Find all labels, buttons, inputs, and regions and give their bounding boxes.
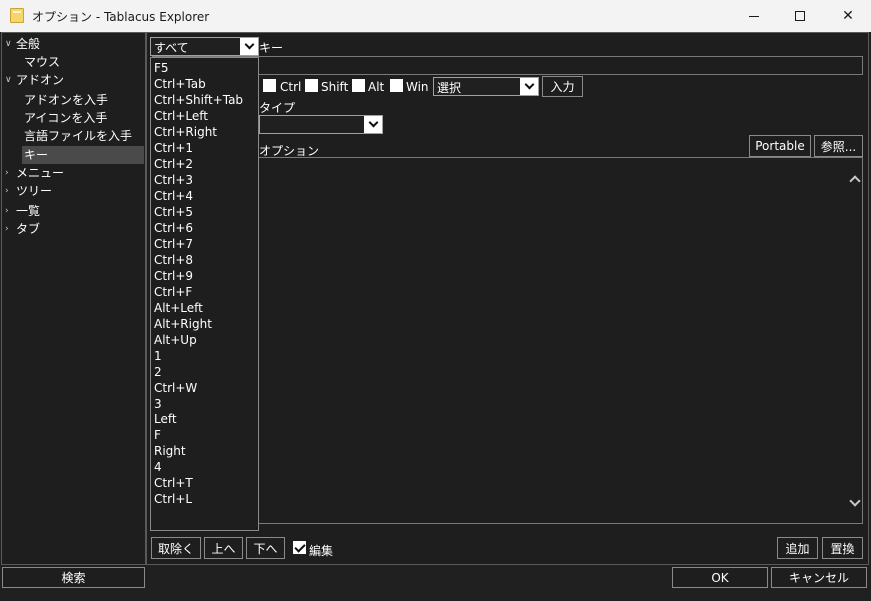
- chevron-down-icon[interactable]: [364, 116, 382, 133]
- list-item[interactable]: Left: [154, 411, 177, 427]
- list-item[interactable]: Ctrl+4: [154, 188, 193, 204]
- key-select-combo[interactable]: 選択: [433, 77, 539, 96]
- list-item[interactable]: Ctrl+8: [154, 252, 193, 268]
- tree-item-list[interactable]: › 一覧: [2, 202, 145, 220]
- maximize-button[interactable]: [777, 0, 823, 32]
- app-icon: [10, 8, 24, 23]
- list-item[interactable]: Ctrl+3: [154, 172, 193, 188]
- list-item[interactable]: Right: [154, 443, 186, 459]
- list-item[interactable]: Ctrl+Shift+Tab: [154, 92, 243, 108]
- window-title: オプション - Tablacus Explorer: [32, 10, 210, 24]
- move-up-button[interactable]: 上へ: [204, 537, 243, 559]
- tree-item-general[interactable]: ∨ 全般: [2, 35, 145, 53]
- portable-button[interactable]: Portable: [749, 135, 811, 157]
- list-item[interactable]: 2: [154, 364, 162, 380]
- list-item[interactable]: Alt+Up: [154, 332, 197, 348]
- shift-label: Shift: [321, 80, 349, 94]
- minimize-icon: [749, 15, 759, 17]
- title-bar: オプション - Tablacus Explorer ✕: [0, 0, 871, 32]
- shift-checkbox[interactable]: [305, 79, 318, 92]
- list-item[interactable]: Ctrl+Left: [154, 108, 208, 124]
- ctrl-label: Ctrl: [280, 80, 302, 94]
- list-item[interactable]: Ctrl+6: [154, 220, 193, 236]
- win-checkbox[interactable]: [390, 79, 403, 92]
- list-item[interactable]: Ctrl+5: [154, 204, 193, 220]
- filter-dropdown-list[interactable]: F5 Ctrl+Tab Ctrl+Shift+Tab Ctrl+Left Ctr…: [150, 57, 259, 531]
- list-item[interactable]: Ctrl+1: [154, 140, 193, 156]
- list-item[interactable]: Ctrl+L: [154, 491, 192, 507]
- chevron-right-icon[interactable]: ›: [5, 164, 13, 182]
- tree-item-get-icons[interactable]: アイコンを入手: [2, 109, 145, 127]
- chevron-right-icon[interactable]: ›: [5, 202, 13, 220]
- remove-button[interactable]: 取除く: [151, 537, 201, 559]
- list-item[interactable]: 3: [154, 396, 162, 412]
- add-button[interactable]: 追加: [777, 537, 818, 559]
- replace-button[interactable]: 置換: [822, 537, 863, 559]
- list-item[interactable]: Ctrl+7: [154, 236, 193, 252]
- list-item[interactable]: Ctrl+2: [154, 156, 193, 172]
- close-button[interactable]: ✕: [825, 0, 871, 32]
- maximize-icon: [795, 11, 805, 21]
- browse-button[interactable]: 参照...: [814, 135, 863, 157]
- tree-item-get-addons[interactable]: アドオンを入手: [2, 91, 145, 109]
- win-label: Win: [406, 80, 429, 94]
- edit-label: 編集: [309, 544, 334, 558]
- list-item[interactable]: 1: [154, 348, 162, 364]
- alt-label: Alt: [368, 80, 385, 94]
- option-scrollbar[interactable]: [846, 158, 862, 523]
- scroll-down-icon[interactable]: [849, 497, 859, 507]
- tree-item-tabs[interactable]: › タブ: [2, 220, 145, 238]
- move-down-button[interactable]: 下へ: [246, 537, 285, 559]
- chevron-down-icon[interactable]: ∨: [5, 71, 13, 89]
- input-button[interactable]: 入力: [542, 76, 583, 97]
- category-tree[interactable]: ∨ 全般 マウス ∨ アドオン アドオンを入手 アイコンを入手 言語ファイルを入…: [1, 32, 146, 565]
- list-item[interactable]: Alt+Right: [154, 316, 212, 332]
- search-button[interactable]: 検索: [2, 567, 145, 588]
- list-item[interactable]: Ctrl+Right: [154, 124, 217, 140]
- ok-button[interactable]: OK: [672, 567, 768, 588]
- list-item[interactable]: Ctrl+F: [154, 284, 192, 300]
- list-item[interactable]: F5: [154, 60, 169, 76]
- tree-item-mouse[interactable]: マウス: [2, 53, 145, 71]
- close-icon: ✕: [842, 8, 854, 24]
- tree-item-get-language[interactable]: 言語ファイルを入手: [2, 127, 145, 145]
- ctrl-checkbox[interactable]: [263, 79, 276, 92]
- list-item[interactable]: Ctrl+9: [154, 268, 193, 284]
- chevron-down-icon[interactable]: [240, 38, 258, 55]
- tree-item-keys[interactable]: キー: [22, 146, 144, 164]
- tree-item-menu[interactable]: › メニュー: [2, 164, 145, 182]
- chevron-right-icon[interactable]: ›: [5, 182, 13, 200]
- scroll-up-icon[interactable]: [849, 174, 859, 184]
- chevron-down-icon[interactable]: [520, 78, 538, 95]
- filter-combo[interactable]: すべて: [150, 37, 259, 56]
- list-item[interactable]: F: [154, 427, 161, 443]
- key-label: キー: [259, 41, 284, 55]
- list-item[interactable]: 4: [154, 459, 162, 475]
- type-label: タイプ: [259, 101, 296, 115]
- chevron-right-icon[interactable]: ›: [5, 220, 13, 238]
- edit-checkbox[interactable]: [293, 541, 306, 554]
- minimize-button[interactable]: [731, 0, 777, 32]
- list-item[interactable]: Ctrl+W: [154, 380, 197, 396]
- type-combo[interactable]: [259, 115, 383, 134]
- tree-item-tree[interactable]: › ツリー: [2, 182, 145, 200]
- list-item[interactable]: Ctrl+Tab: [154, 76, 206, 92]
- tree-item-addons[interactable]: ∨ アドオン: [2, 71, 145, 89]
- alt-checkbox[interactable]: [352, 79, 365, 92]
- chevron-down-icon[interactable]: ∨: [5, 35, 13, 53]
- list-item[interactable]: Alt+Left: [154, 300, 203, 316]
- cancel-button[interactable]: キャンセル: [771, 567, 867, 588]
- list-item[interactable]: Ctrl+T: [154, 475, 193, 491]
